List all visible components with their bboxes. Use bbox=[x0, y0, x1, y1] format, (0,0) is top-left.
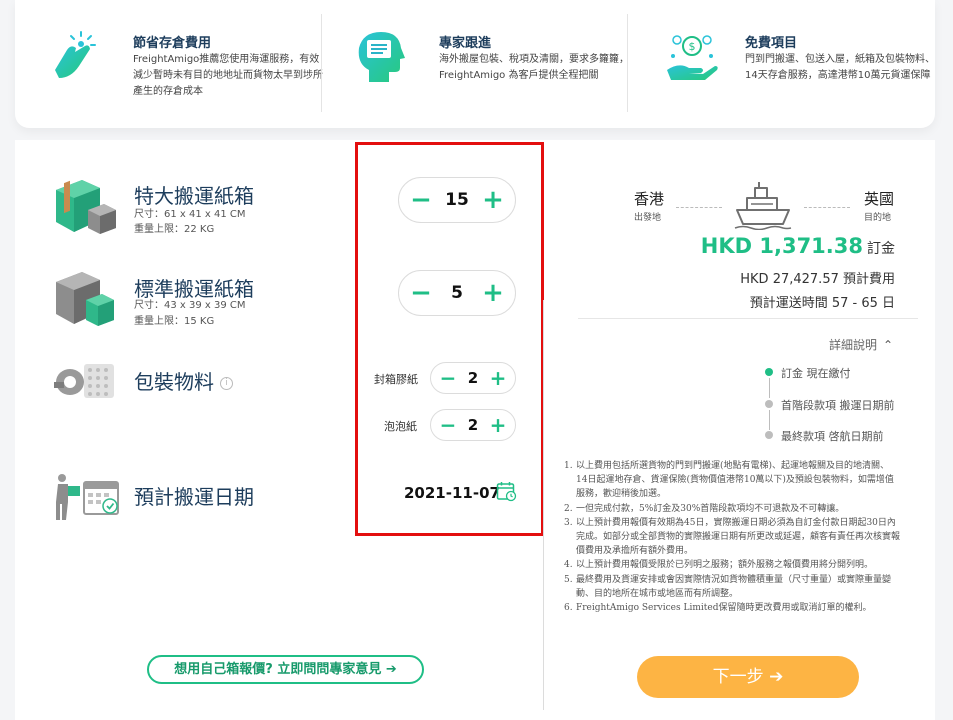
column-divider bbox=[543, 300, 544, 710]
xl-box-quantity-stepper: − 15 + bbox=[398, 177, 516, 223]
note-number: 1. bbox=[564, 461, 573, 471]
tape-label: 封箱膠紙 bbox=[374, 373, 418, 386]
feature-desc: FreightAmigo推薦您使用海運服務，有效減少暫時未有目的地地址而貨物太早… bbox=[133, 54, 323, 97]
origin-city: 香港 bbox=[634, 190, 665, 208]
increment-button[interactable]: + bbox=[489, 415, 507, 435]
note-item: 4. 以上預計費用報價受限於已列明之服務；額外服務之報價費用將分開列明。 bbox=[564, 558, 900, 572]
estimated-cost: HKD 27,427.57 預計費用 bbox=[740, 272, 895, 287]
ask-expert-button[interactable]: 想用自己箱報價? 立即問問專家意見 ➔ bbox=[147, 655, 424, 684]
increment-button[interactable]: + bbox=[489, 368, 507, 388]
deposit-label: 訂金 bbox=[867, 241, 895, 257]
decrement-button[interactable]: − bbox=[439, 368, 457, 388]
note-item: 1. 以上費用包括所選貨物的門到門搬運(地點有電梯)、起運地報關及目的地清關、14… bbox=[564, 459, 900, 502]
xl-box-size: 尺寸：61 x 41 x 41 CM bbox=[134, 209, 246, 220]
note-text: 一但完成付款，5%訂金及30%首階段款項均不可退款及不可轉讓。 bbox=[576, 503, 845, 514]
timeline-connector bbox=[769, 410, 770, 430]
terms-notes: 1. 以上費用包括所選貨物的門到門搬運(地點有電梯)、起運地報關及目的地清關、14… bbox=[564, 459, 900, 615]
decrement-button[interactable]: − bbox=[439, 415, 457, 435]
moving-date-icon bbox=[56, 474, 119, 520]
timeline-step: 首階段款項 搬運日期前 bbox=[781, 399, 895, 412]
expert-chat-icon bbox=[358, 32, 405, 82]
ship-icon bbox=[734, 182, 792, 230]
feature-title: 節省存倉費用 bbox=[133, 36, 212, 51]
xl-box-icon bbox=[56, 180, 116, 234]
timeline-dot bbox=[765, 400, 773, 408]
decrement-button[interactable]: − bbox=[409, 187, 433, 213]
timeline-dot bbox=[765, 431, 773, 439]
note-number: 3. bbox=[564, 517, 573, 528]
packing-material-title: 包裝物料 i bbox=[134, 366, 233, 395]
standard-box-icon bbox=[56, 272, 114, 326]
features-banner: 節省存倉費用 FreightAmigo推薦您使用海運服務，有效減少暫時未有目的地… bbox=[15, 0, 935, 128]
free-items-icon: $ bbox=[667, 35, 718, 80]
quantity-value[interactable]: 15 bbox=[445, 190, 469, 210]
feature-title: 免費項目 bbox=[745, 36, 798, 51]
moving-date-value[interactable]: 2021-11-07 bbox=[404, 484, 500, 502]
destination-city: 英國 bbox=[864, 190, 895, 208]
bubble-wrap-label: 泡泡紙 bbox=[384, 420, 417, 433]
packing-material-label: 包裝物料 bbox=[134, 370, 214, 394]
note-text: 以上預計費用報價受限於已列明之服務；額外服務之報價費用將分開列明。 bbox=[576, 560, 874, 571]
deposit-amount: HKD 1,371.38 bbox=[700, 234, 863, 258]
route-dash bbox=[676, 207, 722, 208]
divider bbox=[627, 14, 628, 112]
note-text: 以上預計費用報價有效期為45日，實際搬運日期必須為自訂金付款日期起30日內完成。… bbox=[576, 517, 901, 557]
note-item: 6. FreightAmigo Services Limited保留隨時更改費用或… bbox=[564, 601, 900, 615]
quantity-value[interactable]: 2 bbox=[468, 369, 478, 387]
decrement-button[interactable]: − bbox=[409, 280, 433, 306]
details-toggle-label: 詳細說明 bbox=[829, 338, 878, 352]
feature-title: 專家跟進 bbox=[439, 36, 492, 51]
note-number: 6. bbox=[564, 603, 573, 614]
standard-box-weight: 重量上限：15 KG bbox=[134, 316, 215, 327]
timeline-step: 最終款項 啓航日期前 bbox=[781, 430, 884, 443]
note-number: 5. bbox=[564, 574, 573, 585]
note-item: 3. 以上預計費用報價有效期為45日，實際搬運日期必須為自訂金付款日期起30日內完… bbox=[564, 516, 900, 559]
note-item: 5. 最終費用及貨運安排或會因實際情況如貨物體積重量（尺寸重量）或實際重量變動、目… bbox=[564, 573, 900, 601]
next-step-button[interactable]: 下一步 ➔ bbox=[637, 656, 859, 698]
calendar-icon[interactable] bbox=[496, 481, 517, 502]
feature-desc: 海外搬屋包裝、稅項及清關，要求多籮籮，FreightAmigo 為客戶提供全程把… bbox=[439, 54, 629, 81]
chevron-up-icon: ⌃ bbox=[883, 338, 894, 352]
deposit-price: HKD 1,371.38 訂金 bbox=[701, 234, 895, 258]
note-number: 2. bbox=[564, 503, 573, 514]
moving-date-title: 預計搬運日期 bbox=[134, 485, 254, 509]
info-icon[interactable]: i bbox=[220, 377, 233, 390]
standard-box-size: 尺寸：43 x 39 x 39 CM bbox=[134, 300, 246, 311]
route-dash bbox=[804, 207, 850, 208]
delivery-time: 預計運送時間 57 - 65 日 bbox=[749, 296, 895, 311]
note-text: 以上費用包括所選貨物的門到門搬運(地點有電梯)、起運地報關及目的地清關、14日起… bbox=[576, 461, 894, 500]
xl-box-weight: 重量上限：22 KG bbox=[134, 224, 215, 235]
note-item: 2. 一但完成付款，5%訂金及30%首階段款項均不可退款及不可轉讓。 bbox=[564, 502, 900, 516]
svg-text:$: $ bbox=[689, 40, 696, 53]
timeline-dot-active bbox=[765, 368, 773, 376]
packing-material-icon bbox=[54, 364, 114, 398]
origin-label: 出發地 bbox=[634, 213, 662, 223]
quantity-value[interactable]: 2 bbox=[468, 416, 478, 434]
bubble-wrap-quantity-stepper: − 2 + bbox=[430, 409, 516, 441]
note-number: 4. bbox=[564, 560, 573, 571]
timeline-step: 訂金 現在繳付 bbox=[781, 367, 851, 380]
tape-quantity-stepper: − 2 + bbox=[430, 362, 516, 394]
tap-hand-icon bbox=[55, 31, 96, 78]
increment-button[interactable]: + bbox=[481, 280, 505, 306]
details-toggle[interactable]: 詳細說明 ⌃ bbox=[829, 336, 893, 353]
divider bbox=[578, 318, 918, 319]
feature-desc: 門到門搬運、包送入屋，紙箱及包裝物料、14天存倉服務，高達港幣10萬元貨運保障 bbox=[745, 54, 935, 81]
note-text: 最終費用及貨運安排或會因實際情況如貨物體積重量（尺寸重量）或實際重量變動、目的地… bbox=[576, 574, 892, 599]
timeline-connector bbox=[769, 378, 770, 398]
divider bbox=[321, 14, 322, 112]
increment-button[interactable]: + bbox=[481, 187, 505, 213]
destination-label: 目的地 bbox=[864, 213, 892, 223]
note-text: FreightAmigo Services Limited保留隨時更改費用或取消… bbox=[576, 603, 872, 614]
standard-box-quantity-stepper: − 5 + bbox=[398, 270, 516, 316]
quantity-value[interactable]: 5 bbox=[451, 283, 463, 303]
xl-box-title: 特大搬運紙箱 bbox=[134, 184, 254, 208]
